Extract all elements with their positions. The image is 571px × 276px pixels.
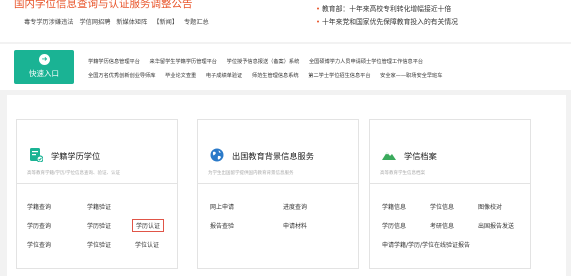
link-xueli-yanzheng[interactable]: 学历验证: [87, 221, 111, 230]
card-chuguo-jiaoyu: 出国教育背景信息服务 为学生出国留学提供国内教育背景信息服务 网上申请 进度查询…: [197, 119, 359, 269]
mountain-icon: [382, 152, 396, 160]
top-banner: 国内学位信息查询与认证服务调整公告 毒专学历涉嫌违法 学信网招聘 新媒体矩阵 【…: [0, 0, 571, 42]
quick-entry-bar: ➜ 快速入口 学籍学历信息管理平台 来华留学生学籍学历管理平台 学位授予信息报送…: [0, 44, 571, 90]
link-xuewei-renzheng[interactable]: 学位认证: [135, 240, 159, 249]
quick-links-row-2: 全国万名优秀创新创业导师库 毕业论文查重 电子成绩单验证 师范生管理信息系统 第…: [88, 72, 450, 79]
card-subtitle: 为学生出国留学提供国内教育背景信息服务: [208, 171, 294, 176]
top-link[interactable]: 专题汇总: [184, 19, 209, 26]
card-xueji-xueli-xuewei: 学籍学历学位 高等教育学籍/学历/学位信息查询、验证、认证 学籍查询 学籍验证 …: [16, 119, 178, 269]
quick-link[interactable]: 全国万名优秀创新创业导师库: [88, 73, 155, 79]
quick-link[interactable]: 学籍学历信息管理平台: [88, 59, 140, 65]
arrow-right-icon: ➜: [39, 54, 50, 65]
top-link-bar: 毒专学历涉嫌违法 学信网招聘 新媒体矩阵 【新闻】 专题汇总: [24, 17, 213, 26]
link-xueli-renzheng[interactable]: 学历认证: [132, 219, 165, 232]
top-link[interactable]: 毒专学历涉嫌违法: [24, 19, 74, 26]
news-text[interactable]: 十年来党和国家优先保障教育投入的有关情况: [322, 18, 458, 26]
news-text[interactable]: 教育部：十年来高校专利转化增幅接近十倍: [322, 5, 451, 13]
link-jindu-chaxun[interactable]: 进度查询: [283, 202, 307, 211]
quick-link[interactable]: 师范生管理信息系统: [252, 73, 299, 79]
quick-links-row-1: 学籍学历信息管理平台 来华留学生学籍学历管理平台 学位授予信息报送（备案）系统 …: [88, 58, 431, 65]
link-xueji-yanzheng[interactable]: 学籍验证: [87, 202, 111, 211]
news-bullet: •: [316, 18, 321, 26]
link-chuguo-baogao-fasong[interactable]: 出国报告发送: [478, 221, 514, 230]
link-xueli-xinxi[interactable]: 学历信息: [382, 221, 406, 230]
card-xuexin-dangan: 学信档案 高等教育学生信息档案 学籍信息 学位信息 图像校对 学历信息 考研信息…: [369, 119, 531, 269]
globe-icon: [210, 148, 224, 162]
top-link[interactable]: 【新闻】: [153, 19, 178, 26]
services-panel: 学籍学历学位 高等教育学籍/学历/学位信息查询、验证、认证 学籍查询 学籍验证 …: [7, 95, 566, 276]
link-baogao-chayan[interactable]: 报告查验: [210, 221, 234, 230]
document-check-icon: [30, 148, 43, 162]
link-xueli-chaxun[interactable]: 学历查询: [27, 221, 51, 230]
top-link[interactable]: 学信网招聘: [79, 19, 110, 26]
quick-link[interactable]: 来华留学生学籍学历管理平台: [150, 59, 217, 65]
announcement-title[interactable]: 国内学位信息查询与认证服务调整公告: [14, 0, 193, 11]
link-xuewei-chaxun[interactable]: 学位查询: [27, 240, 51, 249]
link-xuewei-yanzheng[interactable]: 学位验证: [87, 240, 111, 249]
link-tuxiang-jiaodui[interactable]: 图像校对: [478, 202, 502, 211]
card-title: 出国教育背景信息服务: [232, 151, 314, 161]
card-header[interactable]: 学信档案 高等教育学生信息档案: [370, 120, 530, 184]
link-zaixian-yanzheng-baogao[interactable]: 申请学籍/学历/学位在线验证报告: [382, 240, 470, 249]
quick-entry-button[interactable]: ➜ 快速入口: [14, 50, 74, 84]
quick-link[interactable]: 第二学士学位招生信息平台: [308, 73, 370, 79]
link-shenqing-cailiao[interactable]: 申请材料: [283, 221, 307, 230]
card-title: 学信档案: [404, 151, 437, 161]
quick-entry-label: 快速入口: [29, 69, 59, 78]
quick-link[interactable]: 电子成绩单验证: [206, 73, 242, 79]
card-subtitle: 高等教育学籍/学历/学位信息查询、验证、认证: [27, 171, 121, 176]
link-wangshang-shenqing[interactable]: 网上申请: [210, 202, 234, 211]
card-subtitle: 高等教育学生信息档案: [380, 171, 425, 176]
quick-link[interactable]: 全国硕博学力人员申请硕士学位管理工作信息平台: [309, 59, 423, 65]
link-kaoyan-xinxi[interactable]: 考研信息: [430, 221, 454, 230]
news-bullet: •: [316, 5, 321, 13]
card-title: 学籍学历学位: [51, 151, 101, 161]
top-link[interactable]: 新媒体矩阵: [116, 19, 147, 26]
link-xueji-xinxi[interactable]: 学籍信息: [382, 202, 406, 211]
link-xueji-chaxun[interactable]: 学籍查询: [27, 202, 51, 211]
card-header[interactable]: 出国教育背景信息服务 为学生出国留学提供国内教育背景信息服务: [198, 120, 358, 184]
quick-link[interactable]: 学位授予信息报送（备案）系统: [227, 59, 300, 65]
link-xuewei-xinxi[interactable]: 学位信息: [430, 202, 454, 211]
quick-link[interactable]: 毕业论文查重: [165, 73, 196, 79]
news-item[interactable]: • 十年来党和国家优先保障教育投入的有关情况: [316, 16, 458, 26]
card-header[interactable]: 学籍学历学位 高等教育学籍/学历/学位信息查询、验证、认证: [17, 120, 177, 184]
news-item[interactable]: • 教育部：十年来高校专利转化增幅接近十倍: [316, 3, 451, 13]
quick-link[interactable]: 安全家——职场安全早班车: [380, 73, 442, 79]
